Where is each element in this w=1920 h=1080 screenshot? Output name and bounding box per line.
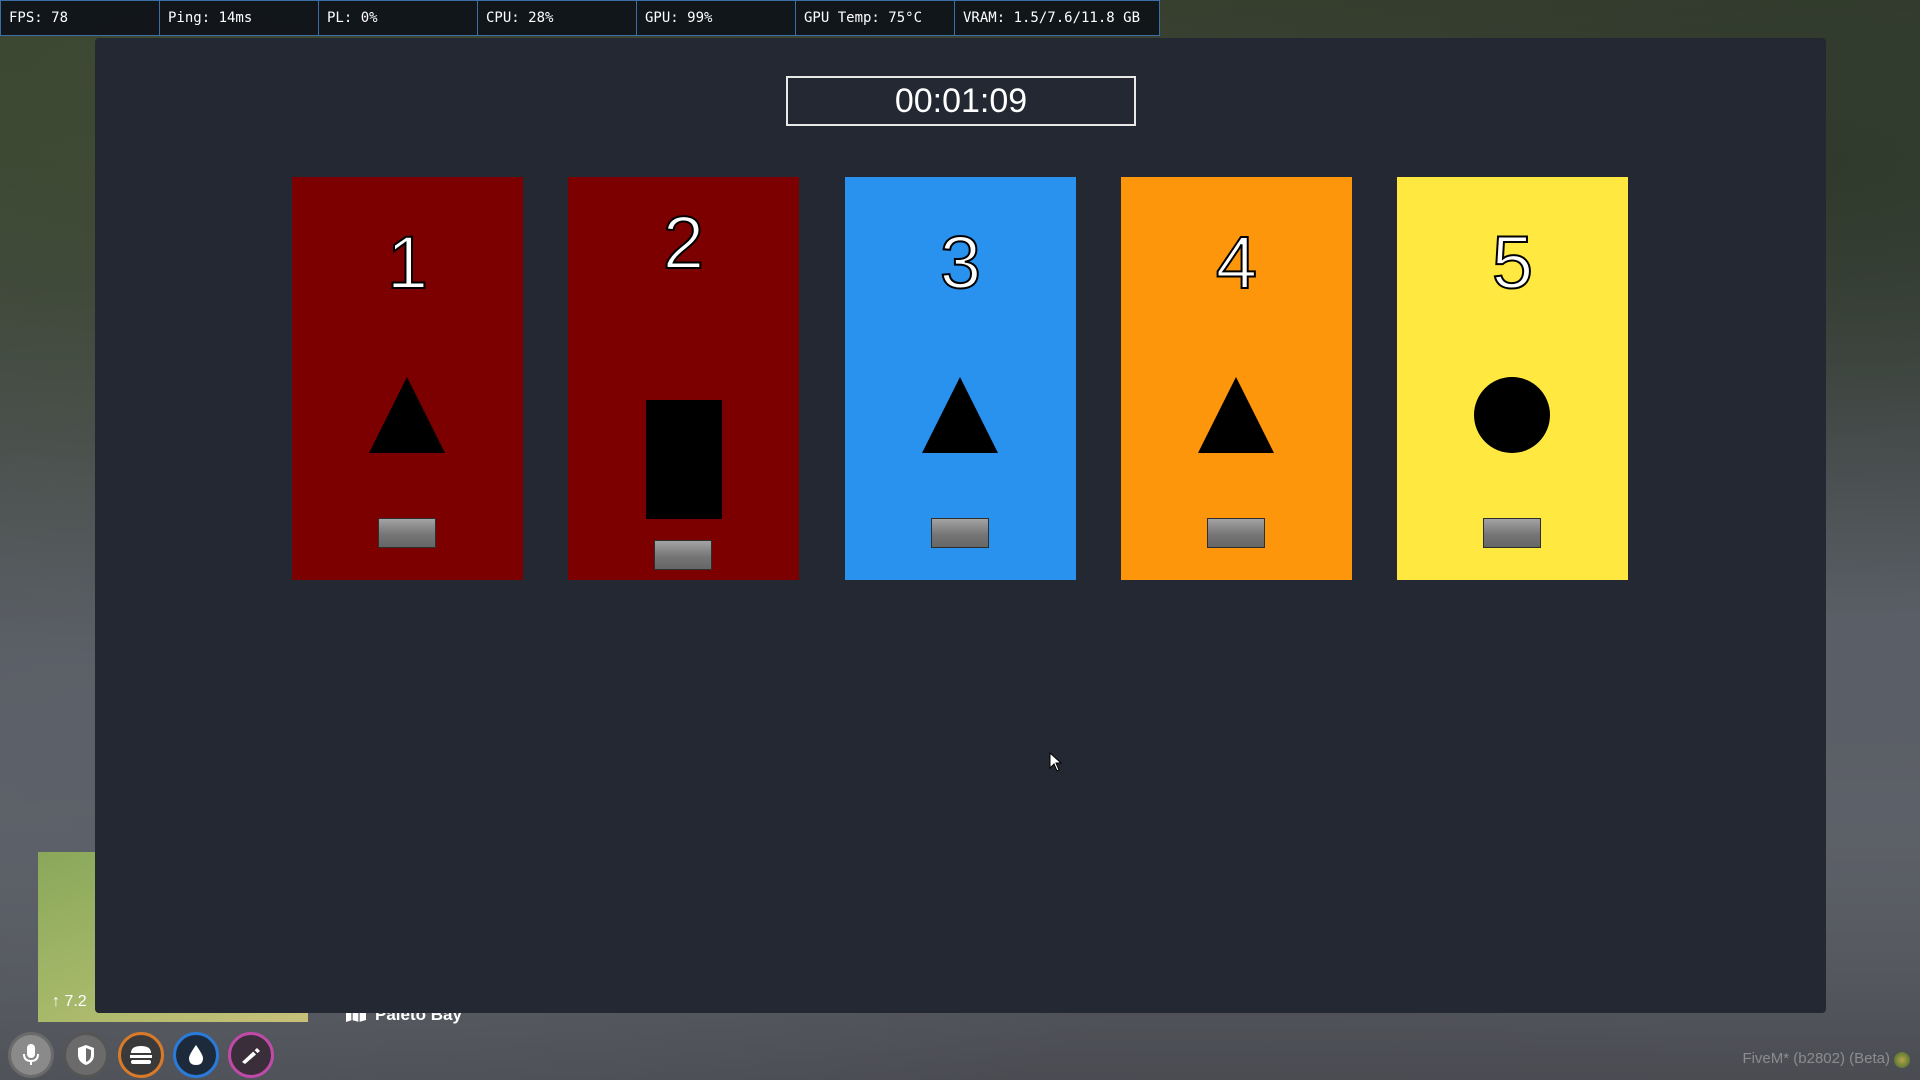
- card-5-button[interactable]: [1483, 518, 1541, 548]
- ping-readout: Ping: 14ms: [160, 1, 319, 35]
- gpu-temp-readout: GPU Temp: 75°C: [796, 1, 955, 35]
- mouse-cursor-icon: [1049, 752, 1063, 772]
- card-1: 1: [292, 177, 523, 580]
- card-3: 3: [845, 177, 1076, 580]
- water-drop-icon: [173, 1032, 219, 1078]
- card-number: 5: [1491, 221, 1534, 304]
- card-number: 2: [662, 201, 705, 284]
- card-4: 4: [1121, 177, 1352, 580]
- triangle-icon: [369, 377, 445, 453]
- stamina-icon: [228, 1032, 274, 1078]
- card-1-button[interactable]: [378, 518, 436, 548]
- triangle-icon: [922, 377, 998, 453]
- card-number: 1: [386, 221, 429, 304]
- card-4-button[interactable]: [1207, 518, 1265, 548]
- vram-readout: VRAM: 1.5/7.6/11.8 GB: [963, 10, 1141, 26]
- triangle-icon: [1198, 377, 1274, 453]
- card-number: 3: [939, 221, 982, 304]
- status-icons: [8, 1032, 274, 1078]
- burger-icon: [118, 1032, 164, 1078]
- card-5: 5: [1397, 177, 1628, 580]
- cpu-readout: CPU: 28%: [478, 1, 637, 35]
- card-row: 1 2 3 4 5: [292, 177, 1628, 580]
- fivem-logo-icon: [1894, 1052, 1910, 1068]
- shield-icon: [63, 1032, 109, 1078]
- countdown-timer: 00:01:09: [786, 76, 1136, 126]
- card-2-button[interactable]: [654, 540, 712, 570]
- minigame-panel: 00:01:09 1 2 3 4 5: [95, 38, 1826, 1013]
- speed-readout: ↑ 7.2: [52, 993, 87, 1010]
- packet-loss-readout: PL: 0%: [319, 1, 478, 35]
- circle-icon: [1474, 377, 1550, 453]
- gpu-readout: GPU: 99%: [637, 1, 796, 35]
- card-number: 4: [1215, 221, 1258, 304]
- card-3-button[interactable]: [931, 518, 989, 548]
- fps-readout: FPS: 78: [1, 1, 160, 35]
- microphone-icon: [8, 1032, 54, 1078]
- performance-overlay: FPS: 78 Ping: 14ms PL: 0% CPU: 28% GPU: …: [0, 0, 1160, 36]
- fivem-build-label: FiveM* (b2802) (Beta): [1742, 1050, 1890, 1067]
- rectangle-icon: [646, 400, 722, 519]
- card-2: 2: [568, 177, 799, 580]
